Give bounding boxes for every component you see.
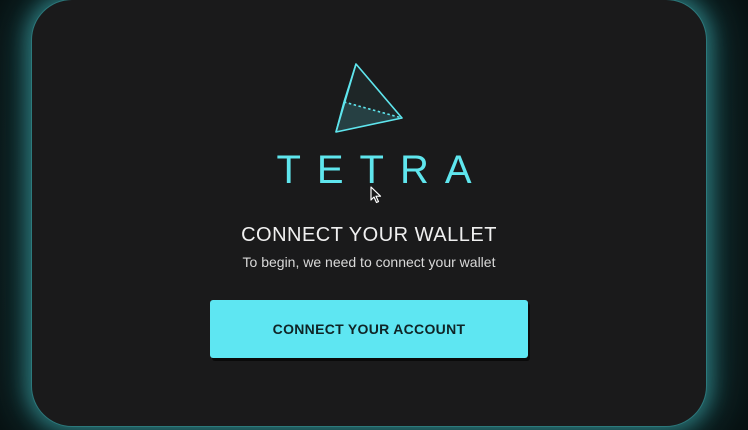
connect-account-button[interactable]: CONNECT YOUR ACCOUNT	[210, 300, 528, 358]
tetrahedron-icon	[335, 63, 403, 133]
app-stage: TETRA CONNECT YOUR WALLET To begin, we n…	[0, 0, 748, 430]
page-subtitle: To begin, we need to connect your wallet	[242, 254, 496, 270]
page-title: CONNECT YOUR WALLET	[241, 224, 497, 246]
mouse-cursor-icon	[370, 186, 382, 204]
